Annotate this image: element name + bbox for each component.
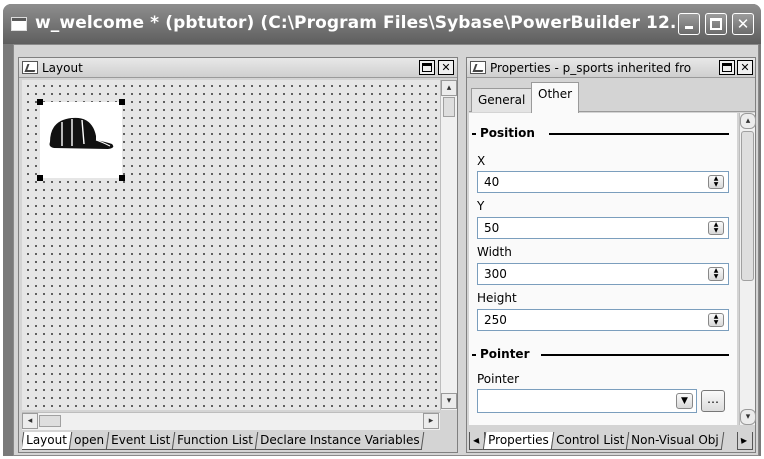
layout-icon <box>22 61 38 74</box>
tab-declare-instance-variables[interactable]: Declare Instance Variables <box>254 432 425 450</box>
workspace: Layout ✕ ▴ ▾ ◂ ▸ Layout open Event List … <box>13 44 759 456</box>
properties-tabs: General Other <box>469 82 755 113</box>
scroll-left-button[interactable]: ◂ <box>22 413 38 429</box>
baseball-cap-icon <box>49 117 114 149</box>
x-field[interactable]: 40 ▲ ▼ <box>477 171 729 193</box>
width-label: Width <box>477 245 512 259</box>
browse-button[interactable]: … <box>701 390 725 412</box>
layout-close-button[interactable]: ✕ <box>438 60 454 75</box>
layout-horizontal-scrollbar[interactable]: ◂ ▸ <box>22 412 440 430</box>
height-field[interactable]: 250 ▲ ▼ <box>477 309 729 331</box>
properties-bottom-tabs: ◂ Properties Control List Non-Visual Obj <box>469 432 755 452</box>
scroll-down-button[interactable]: ▾ <box>441 393 457 409</box>
x-label: X <box>477 154 486 168</box>
restore-icon <box>422 63 432 72</box>
layout-restore-button[interactable] <box>419 60 435 75</box>
tab-non-visual-objects[interactable]: Non-Visual Obj <box>625 432 724 450</box>
spin-button[interactable]: ▲ ▼ <box>708 267 724 281</box>
tab-general[interactable]: General <box>471 88 533 112</box>
properties-close-button[interactable]: ✕ <box>737 60 753 75</box>
maximize-icon <box>710 18 722 30</box>
selection-handle[interactable] <box>119 175 125 181</box>
spin-button[interactable]: ▲ ▼ <box>708 175 724 189</box>
layout-bottom-tabs: Layout open Event List Function List Declare… <box>22 432 456 452</box>
tab-control-list[interactable]: Control List <box>550 432 630 450</box>
position-section-heading: Position <box>480 126 535 140</box>
pointer-label: Pointer <box>477 372 520 386</box>
properties-body: Position X 40 ▲ ▼ Y 50 ▲ ▼ Width 300 ▲ ▼ Heigh… <box>469 113 737 425</box>
scroll-thumb[interactable] <box>39 415 61 427</box>
main-window: w_welcome * (pbtutor) (C:\Program Files\… <box>3 4 761 456</box>
pointer-section-heading: Pointer <box>480 347 530 361</box>
scroll-down-button[interactable]: ▾ <box>740 409 756 425</box>
section-divider <box>541 354 729 356</box>
picture-control[interactable] <box>37 99 125 181</box>
scroll-up-button[interactable]: ▴ <box>740 113 756 129</box>
chevron-down-icon[interactable]: ▼ <box>676 393 693 409</box>
selection-handle[interactable] <box>119 99 125 105</box>
section-divider <box>472 354 476 356</box>
scroll-right-button[interactable]: ▸ <box>423 413 439 429</box>
tabs-scroll-right-button[interactable]: ▸ <box>737 432 753 450</box>
tab-open[interactable]: open <box>68 432 110 450</box>
restore-icon <box>722 63 732 72</box>
height-label: Height <box>477 291 517 305</box>
tab-other[interactable]: Other <box>531 82 580 113</box>
title-bar[interactable]: w_welcome * (pbtutor) (C:\Program Files\… <box>3 4 761 44</box>
spin-button[interactable]: ▲ ▼ <box>708 313 724 327</box>
layout-pane-title: Layout <box>42 61 83 75</box>
width-field[interactable]: 300 ▲ ▼ <box>477 263 729 285</box>
tab-layout[interactable]: Layout <box>22 432 73 450</box>
selection-handle[interactable] <box>37 99 43 105</box>
scroll-up-button[interactable]: ▴ <box>441 80 457 96</box>
maximize-button[interactable] <box>705 13 727 35</box>
properties-pane: Properties - p_sports inherited fro ✕ Ge… <box>466 57 756 453</box>
properties-pane-titlebar[interactable]: Properties - p_sports inherited fro ✕ <box>467 58 755 78</box>
y-label: Y <box>477 199 485 213</box>
section-divider <box>549 133 729 135</box>
layout-pane-titlebar[interactable]: Layout ✕ <box>19 58 457 78</box>
spin-button[interactable]: ▲ ▼ <box>708 221 724 235</box>
section-divider <box>472 133 476 135</box>
window-icon <box>11 17 27 31</box>
scroll-thumb[interactable] <box>741 131 754 281</box>
tab-function-list[interactable]: Function List <box>171 432 259 450</box>
layout-pane: Layout ✕ ▴ ▾ ◂ ▸ Layout open Event List … <box>18 57 458 453</box>
tab-properties[interactable]: Properties <box>482 432 554 450</box>
pointer-select[interactable]: ▼ <box>477 389 697 413</box>
properties-icon <box>470 61 486 74</box>
scroll-thumb[interactable] <box>443 97 455 117</box>
close-button[interactable]: ✕ <box>732 13 754 35</box>
minimize-icon <box>685 26 693 29</box>
layout-vertical-scrollbar[interactable]: ▴ ▾ <box>440 80 457 410</box>
properties-vertical-scrollbar[interactable]: ▴ ▾ <box>739 113 756 425</box>
properties-pane-title: Properties - p_sports inherited fro <box>490 61 692 75</box>
y-field[interactable]: 50 ▲ ▼ <box>477 217 729 239</box>
tab-event-list[interactable]: Event List <box>105 432 176 450</box>
minimize-button[interactable] <box>678 13 700 35</box>
selection-handle[interactable] <box>37 175 43 181</box>
layout-canvas[interactable] <box>22 80 440 410</box>
window-title: w_welcome * (pbtutor) (C:\Program Files\… <box>35 13 675 33</box>
properties-restore-button[interactable] <box>719 60 735 75</box>
